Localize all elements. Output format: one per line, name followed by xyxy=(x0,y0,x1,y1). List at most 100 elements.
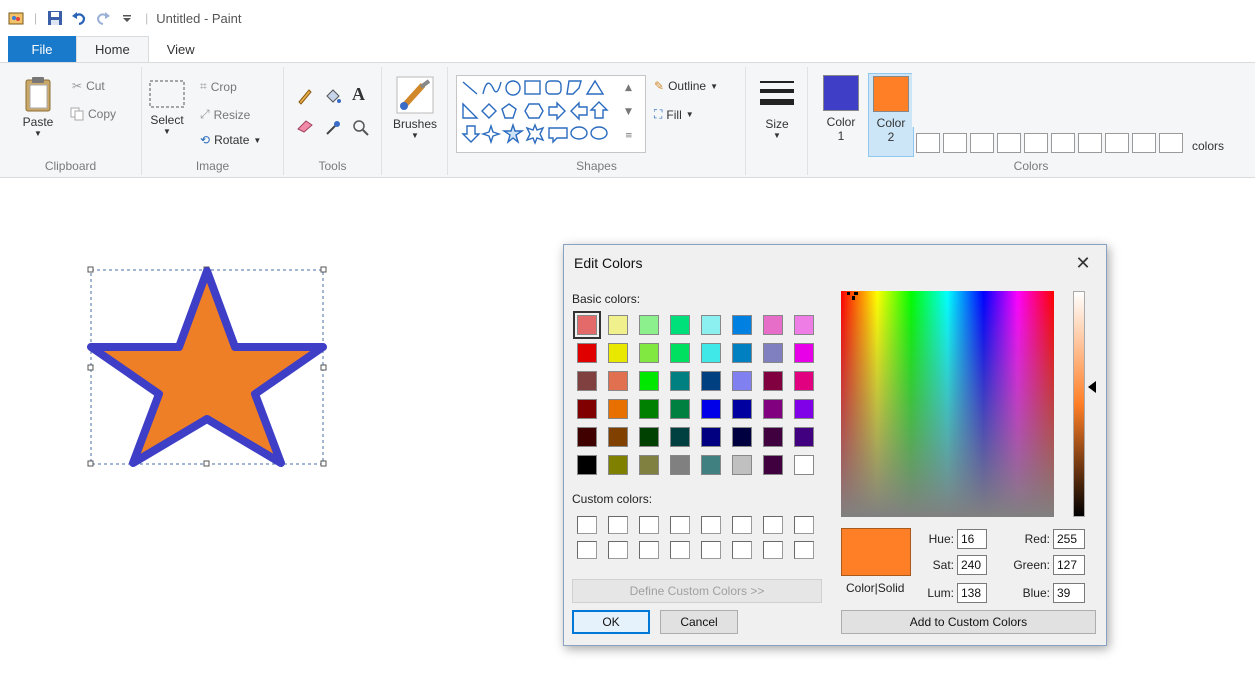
custom-color-swatch[interactable] xyxy=(732,516,752,534)
basic-color-swatch[interactable] xyxy=(608,427,628,447)
custom-color-swatch[interactable] xyxy=(577,541,597,559)
basic-color-swatch[interactable] xyxy=(732,399,752,419)
basic-color-swatch[interactable] xyxy=(794,343,814,363)
text-tool-icon[interactable]: A xyxy=(352,84,365,105)
resize-handle[interactable] xyxy=(320,364,327,371)
basic-color-swatch[interactable] xyxy=(763,371,783,391)
basic-color-swatch[interactable] xyxy=(763,399,783,419)
basic-color-swatch[interactable] xyxy=(577,455,597,475)
custom-color-swatch[interactable] xyxy=(763,541,783,559)
luminosity-arrow-icon[interactable] xyxy=(1088,381,1096,393)
add-to-custom-colors-button[interactable]: Add to Custom Colors xyxy=(841,610,1096,634)
resize-button[interactable]: ⤢ Resize xyxy=(200,107,250,122)
custom-color-swatch[interactable] xyxy=(701,516,721,534)
palette-empty-slot[interactable] xyxy=(997,133,1021,153)
paste-button[interactable]: Paste ▼ xyxy=(18,75,58,138)
basic-color-swatch[interactable] xyxy=(608,371,628,391)
basic-color-swatch[interactable] xyxy=(763,315,783,335)
palette-empty-slot[interactable] xyxy=(1159,133,1183,153)
resize-handle[interactable] xyxy=(87,364,94,371)
basic-color-swatch[interactable] xyxy=(639,343,659,363)
custom-color-swatch[interactable] xyxy=(794,516,814,534)
custom-color-swatch[interactable] xyxy=(608,516,628,534)
rotate-button[interactable]: ⟲ Rotate ▼ xyxy=(200,133,261,147)
basic-color-swatch[interactable] xyxy=(763,427,783,447)
basic-color-swatch[interactable] xyxy=(732,371,752,391)
basic-color-swatch[interactable] xyxy=(732,455,752,475)
sat-field[interactable]: 240 xyxy=(957,555,987,575)
basic-color-swatch[interactable] xyxy=(763,343,783,363)
outline-button[interactable]: ✎ Outline ▼ xyxy=(654,79,718,93)
crosshair-icon[interactable] xyxy=(844,291,868,305)
palette-empty-slot[interactable] xyxy=(1105,133,1129,153)
basic-color-swatch[interactable] xyxy=(794,315,814,335)
pencil-icon[interactable] xyxy=(296,87,314,108)
hue-field[interactable]: 16 xyxy=(957,529,987,549)
basic-color-swatch[interactable] xyxy=(608,399,628,419)
basic-color-swatch[interactable] xyxy=(608,315,628,335)
basic-color-swatch[interactable] xyxy=(794,371,814,391)
tab-view[interactable]: View xyxy=(149,36,213,62)
custom-color-swatch[interactable] xyxy=(763,516,783,534)
custom-color-swatch[interactable] xyxy=(639,541,659,559)
undo-icon[interactable] xyxy=(71,10,87,26)
resize-handle[interactable] xyxy=(87,266,94,273)
select-button[interactable]: Select ▼ xyxy=(146,77,188,136)
basic-color-swatch[interactable] xyxy=(670,455,690,475)
basic-color-swatch[interactable] xyxy=(670,315,690,335)
fill-button[interactable]: ⛶ Fill ▼ xyxy=(654,107,694,122)
basic-color-swatch[interactable] xyxy=(701,399,721,419)
basic-color-swatch[interactable] xyxy=(732,315,752,335)
palette-empty-slot[interactable] xyxy=(1132,133,1156,153)
basic-color-swatch[interactable] xyxy=(670,427,690,447)
save-icon[interactable] xyxy=(47,10,63,26)
magnifier-icon[interactable] xyxy=(352,119,370,140)
cancel-button[interactable]: Cancel xyxy=(660,610,738,634)
custom-color-swatch[interactable] xyxy=(670,516,690,534)
resize-handle[interactable] xyxy=(320,460,327,467)
palette-empty-slot[interactable] xyxy=(1051,133,1075,153)
star-shape[interactable] xyxy=(87,267,327,467)
basic-color-swatch[interactable] xyxy=(794,399,814,419)
custom-color-swatch[interactable] xyxy=(670,541,690,559)
basic-color-swatch[interactable] xyxy=(639,315,659,335)
basic-color-swatch[interactable] xyxy=(639,399,659,419)
custom-color-swatch[interactable] xyxy=(608,541,628,559)
palette-empty-slot[interactable] xyxy=(916,133,940,153)
basic-color-swatch[interactable] xyxy=(577,427,597,447)
basic-color-swatch[interactable] xyxy=(701,315,721,335)
color1-button[interactable]: Color 1 xyxy=(818,75,864,143)
size-button[interactable]: Size ▼ xyxy=(754,75,800,140)
close-button[interactable]: ✕ xyxy=(1060,245,1106,281)
paint-app-icon[interactable] xyxy=(8,10,24,26)
custom-color-swatch[interactable] xyxy=(577,516,597,534)
basic-color-swatch[interactable] xyxy=(670,399,690,419)
basic-color-swatch[interactable] xyxy=(732,427,752,447)
basic-color-swatch[interactable] xyxy=(577,371,597,391)
customize-toolbar-icon[interactable] xyxy=(119,10,135,26)
tab-file[interactable]: File xyxy=(8,36,76,62)
resize-handle[interactable] xyxy=(87,460,94,467)
color-spectrum[interactable] xyxy=(841,291,1054,517)
brushes-button[interactable]: Brushes ▼ xyxy=(388,75,442,140)
custom-color-swatch[interactable] xyxy=(794,541,814,559)
basic-color-swatch[interactable] xyxy=(701,343,721,363)
basic-color-swatch[interactable] xyxy=(670,343,690,363)
resize-handle[interactable] xyxy=(320,266,327,273)
redo-icon[interactable] xyxy=(95,10,111,26)
blue-field[interactable]: 39 xyxy=(1053,583,1085,603)
palette-empty-slot[interactable] xyxy=(1078,133,1102,153)
color-picker-icon[interactable] xyxy=(324,119,342,140)
edit-colors-suffix[interactable]: colors xyxy=(1192,139,1224,153)
custom-color-swatch[interactable] xyxy=(732,541,752,559)
shapes-gallery[interactable]: ▲ ▼ ≡ xyxy=(456,75,646,153)
luminosity-bar[interactable] xyxy=(1073,291,1085,517)
basic-color-swatch[interactable] xyxy=(573,311,601,339)
red-field[interactable]: 255 xyxy=(1053,529,1085,549)
basic-color-swatch[interactable] xyxy=(639,455,659,475)
basic-color-swatch[interactable] xyxy=(701,455,721,475)
palette-empty-slot[interactable] xyxy=(943,133,967,153)
basic-color-swatch[interactable] xyxy=(639,427,659,447)
basic-color-swatch[interactable] xyxy=(794,427,814,447)
basic-color-swatch[interactable] xyxy=(732,343,752,363)
